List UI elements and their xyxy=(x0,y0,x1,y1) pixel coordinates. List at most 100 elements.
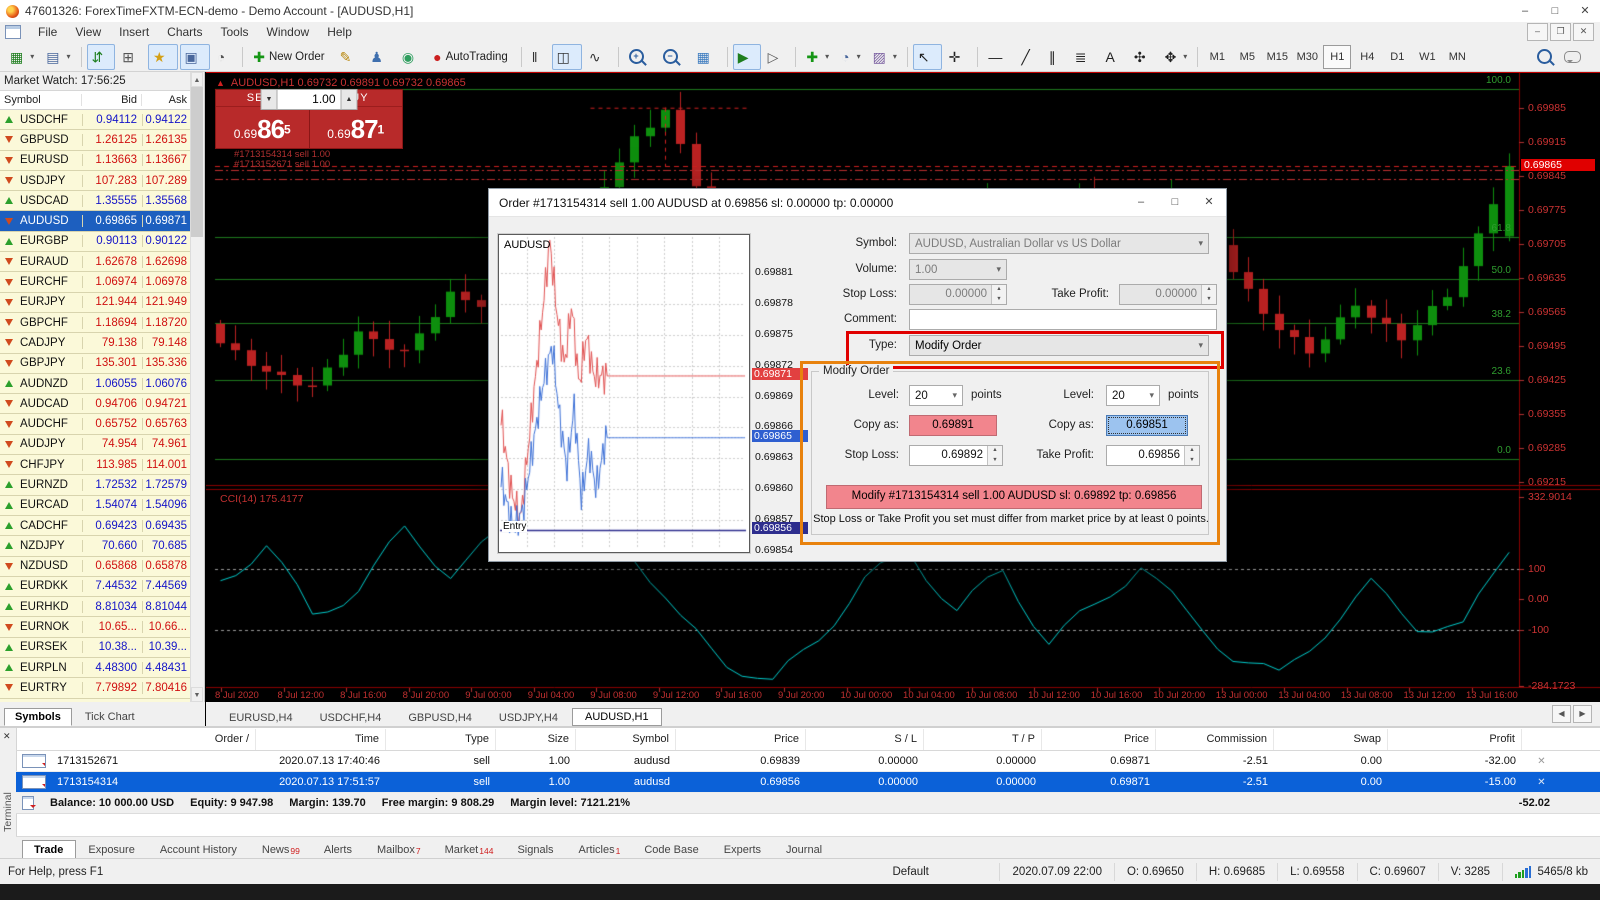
market-watch-row[interactable]: AUDNZD 1.06055 1.06076 xyxy=(0,374,204,394)
market-watch-row[interactable]: EURGBP 0.90113 0.90122 xyxy=(0,232,204,252)
text-button[interactable]: A xyxy=(1100,44,1126,70)
timeframe-button[interactable]: W1 xyxy=(1413,45,1441,69)
close-position-icon[interactable]: ✕ xyxy=(1522,777,1561,788)
market-watch-row[interactable]: USDJPY 107.283 107.289 xyxy=(0,171,204,191)
search-button[interactable] xyxy=(1532,44,1557,70)
timeframe-button[interactable]: M15 xyxy=(1263,45,1291,69)
modify-order-button[interactable]: Modify #1713154314 sell 1.00 AUDUSD sl: … xyxy=(826,485,1202,509)
close-position-icon[interactable]: ✕ xyxy=(1522,756,1561,767)
status-profile[interactable]: Default xyxy=(880,863,1000,881)
terminal-tab[interactable]: Alerts xyxy=(312,840,365,860)
column-symbol[interactable]: Symbol xyxy=(0,94,82,106)
shapes-button[interactable]: ✥▾ xyxy=(1160,44,1193,70)
terminal-tab[interactable]: Trade xyxy=(22,840,76,860)
autotrading-button[interactable]: ●AutoTrading xyxy=(428,44,516,70)
market-watch-row[interactable]: NZDUSD 0.65868 0.65878 xyxy=(0,557,204,577)
sep-3[interactable] xyxy=(521,47,522,67)
symbol-select[interactable]: AUDUSD, Australian Dollar vs US Dollar▾ xyxy=(909,233,1209,254)
arrows-button[interactable]: ✣ xyxy=(1129,44,1158,70)
tp-level-select[interactable]: 20▾ xyxy=(1106,385,1160,406)
mdi-minimize-button[interactable]: – xyxy=(1527,23,1548,41)
terminal-tab[interactable]: Account History xyxy=(148,840,250,860)
chat-button[interactable] xyxy=(1559,44,1586,70)
broadcast-button[interactable]: ◉ xyxy=(397,44,426,70)
zoom-in-button[interactable]: + xyxy=(624,44,656,70)
sep-1[interactable] xyxy=(81,47,82,67)
bar-chart-mode-button[interactable]: ‖ xyxy=(527,44,550,70)
volume-value[interactable]: 1.00 xyxy=(278,89,341,110)
market-watch-row[interactable]: GBPCHF 1.18694 1.18720 xyxy=(0,313,204,333)
stop-loss-input[interactable]: 0.00000 ▲▼ xyxy=(909,284,1007,305)
menu-item[interactable]: Window xyxy=(258,22,319,42)
volume-select[interactable]: 1.00▾ xyxy=(909,259,1007,280)
orders-column-header[interactable]: Commission xyxy=(1156,729,1274,750)
chart-tab[interactable]: GBPUSD,H4 xyxy=(395,709,485,726)
maximize-button[interactable]: □ xyxy=(1540,1,1570,22)
auto-scroll-button[interactable]: ▶ xyxy=(733,44,761,70)
market-watch-row[interactable]: EURSEK 10.38... 10.39... xyxy=(0,638,204,658)
terminal-tab[interactable]: Experts xyxy=(712,840,774,860)
market-watch-row[interactable]: EURAUD 1.62678 1.62698 xyxy=(0,252,204,272)
sep-8[interactable] xyxy=(977,47,978,67)
strategy-tester-toggle[interactable]: ◔ xyxy=(212,44,237,70)
terminal-toggle[interactable]: ▣ xyxy=(180,44,210,70)
zoom-out-button[interactable]: − xyxy=(658,44,690,70)
sep-5[interactable] xyxy=(727,47,728,67)
order-row[interactable]: 1713152671 2020.07.13 17:40:46 sell 1.00… xyxy=(16,751,1600,772)
dialog-maximize-button[interactable]: □ xyxy=(1158,189,1192,216)
timeframe-button[interactable]: M5 xyxy=(1233,45,1261,69)
orders-column-header[interactable]: Price xyxy=(1042,729,1156,750)
mdi-close-button[interactable]: ✕ xyxy=(1573,23,1594,41)
timeframe-button[interactable]: M30 xyxy=(1293,45,1321,69)
orders-column-header[interactable]: Order / xyxy=(16,729,256,750)
chart-tab[interactable]: USDJPY,H4 xyxy=(486,709,571,726)
timeframe-button[interactable]: MN xyxy=(1443,45,1471,69)
volume-down-icon[interactable]: ▼ xyxy=(261,89,278,110)
orders-column-header[interactable]: Type xyxy=(386,729,496,750)
market-watch-row[interactable]: EURTRY 7.79892 7.80416 xyxy=(0,678,204,698)
metaeditor-button[interactable]: ✎ xyxy=(335,44,364,70)
timeframe-button[interactable]: M1 xyxy=(1203,45,1231,69)
take-profit-input[interactable]: 0.00000 ▲▼ xyxy=(1119,284,1217,305)
candlestick-mode-button[interactable]: ◫ xyxy=(552,44,582,70)
market-watch-row[interactable]: USDCAD 1.35555 1.35568 xyxy=(0,191,204,211)
minimize-button[interactable]: – xyxy=(1510,1,1540,22)
data-window-toggle[interactable]: ⊞ xyxy=(117,44,146,70)
periods-button[interactable]: ◔▾ xyxy=(836,44,865,70)
tab-scroll-right-icon[interactable]: ▶ xyxy=(1573,705,1592,723)
market-watch-row[interactable]: AUDCHF 0.65752 0.65763 xyxy=(0,414,204,434)
market-watch-row[interactable]: USDCHF 0.94112 0.94122 xyxy=(0,110,204,130)
market-watch-row[interactable]: CADCHF 0.69423 0.69435 xyxy=(0,516,204,536)
terminal-tab[interactable]: Code Base xyxy=(632,840,711,860)
sep-6[interactable] xyxy=(795,47,796,67)
market-watch-row[interactable]: EURHKD 8.81034 8.81044 xyxy=(0,597,204,617)
market-watch-row[interactable]: EURNOK 10.65... 10.66... xyxy=(0,617,204,637)
column-bid[interactable]: Bid xyxy=(82,94,142,106)
modify-take-profit-input[interactable]: 0.69856 ▲▼ xyxy=(1106,445,1200,466)
terminal-tab[interactable]: Journal xyxy=(774,840,835,860)
market-watch-row[interactable]: EURDKK 7.44532 7.44569 xyxy=(0,577,204,597)
chart-window-icon[interactable] xyxy=(5,25,21,39)
chart-shift-button[interactable]: ▷ xyxy=(763,44,791,70)
scroll-up-icon[interactable]: ▲ xyxy=(191,72,203,87)
new-order-button[interactable]: ✚New Order xyxy=(248,44,332,70)
crosshair-button[interactable]: ✛ xyxy=(944,44,973,70)
market-watch-row[interactable]: AUDJPY 74.954 74.961 xyxy=(0,435,204,455)
market-watch-row[interactable]: EURCAD 1.54074 1.54096 xyxy=(0,496,204,516)
orders-column-header[interactable]: Symbol xyxy=(576,729,676,750)
menu-item[interactable]: Help xyxy=(318,22,361,42)
close-button[interactable]: ✕ xyxy=(1570,1,1600,22)
menu-item[interactable]: Insert xyxy=(110,22,158,42)
orders-column-header[interactable]: Size xyxy=(496,729,576,750)
cursor-button[interactable]: ↖ xyxy=(913,44,942,70)
orders-column-header[interactable]: Profit xyxy=(1388,729,1522,750)
menu-item[interactable]: File xyxy=(29,22,66,42)
menu-item[interactable]: Tools xyxy=(212,22,258,42)
navigator-toggle[interactable]: ★ xyxy=(148,44,178,70)
timeframe-button[interactable]: D1 xyxy=(1383,45,1411,69)
sl-level-select[interactable]: 20▾ xyxy=(909,385,963,406)
market-watch-tab[interactable]: Tick Chart xyxy=(74,708,146,726)
orders-column-header[interactable]: S / L xyxy=(806,729,924,750)
profiles-button[interactable]: ▤▾ xyxy=(41,44,75,70)
sep-2[interactable] xyxy=(242,47,243,67)
